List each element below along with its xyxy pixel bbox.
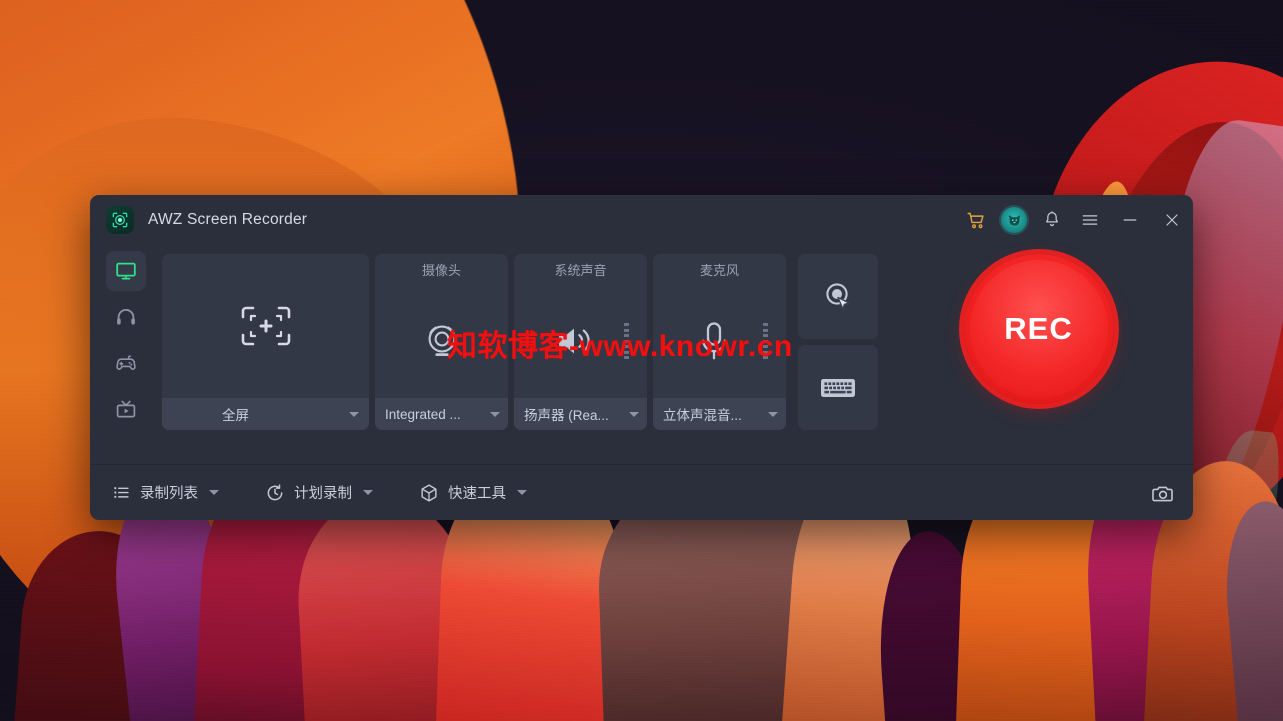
record-area: REC [884,254,1193,404]
sidebar [90,245,162,464]
awz-screen-recorder-window: AWZ Screen Recorder 全屏 摄像头 Integrated ..… [90,195,1193,520]
title-bar: AWZ Screen Recorder [90,195,1193,245]
chevron-down-icon [629,411,639,417]
screen-mode-dropdown[interactable]: 全屏 [162,398,369,430]
chevron-down-icon [209,490,219,495]
headphone-icon [117,309,135,325]
close-icon[interactable] [1151,195,1193,245]
system-sound-level-meter [624,323,629,359]
camera-icon [1152,486,1173,501]
scheduled-recording-button[interactable]: 计划录制 [265,482,373,503]
app-logo-icon [106,206,134,234]
scheduled-recording-label: 计划录制 [294,486,352,502]
screenshot-button[interactable] [1151,481,1175,505]
app-title: AWZ Screen Recorder [148,211,308,228]
microphone-card-title: 麦克风 [699,262,739,278]
screen-mode-value: 全屏 [222,408,249,423]
microphone-device-dropdown[interactable]: 立体声混音... [653,398,786,430]
quick-tools-button[interactable]: 快速工具 [419,482,527,503]
mouse-click-highlight-icon [826,282,850,310]
mouse-click-highlight-button[interactable] [798,254,878,339]
quick-tools-label: 快速工具 [448,486,506,502]
microphone-icon[interactable] [653,284,786,398]
recording-list-label: 录制列表 [140,486,198,502]
speaker-icon[interactable] [514,284,647,398]
extra-tools-column [798,254,878,430]
microphone-card: 麦克风 立体声混音... [653,254,786,430]
gamepad-icon [116,355,136,370]
camera-card: 摄像头 Integrated ... [375,254,508,430]
app-body: 全屏 摄像头 Integrated ... 系统声音 扬声器 (Rea... 麦… [90,245,1193,464]
system-sound-device-value: 扬声器 (Rea... [524,408,609,423]
bell-icon[interactable] [1033,195,1071,245]
keyboard-icon [821,378,855,397]
cube-icon [421,483,437,502]
system-sound-card-title: 系统声音 [554,262,607,278]
record-button-label: REC [1004,311,1073,346]
microphone-level-meter [763,323,768,359]
fullscreen-crop-icon[interactable] [162,254,369,398]
list-icon [114,487,129,498]
cart-icon[interactable] [957,195,995,245]
microphone-device-value: 立体声混音... [663,408,742,423]
system-sound-card: 系统声音 扬声器 (Rea... [514,254,647,430]
webcam-icon[interactable] [375,284,508,398]
record-button[interactable]: REC [963,254,1114,404]
chevron-down-icon [490,411,500,417]
sidebar-item-audio[interactable] [106,297,146,337]
screen-capture-card: 全屏 [162,254,369,430]
camera-device-dropdown[interactable]: Integrated ... [375,398,508,430]
minimize-icon[interactable] [1109,195,1151,245]
avatar-image [1001,207,1027,233]
camera-device-value: Integrated ... [385,406,461,422]
chevron-down-icon [768,411,778,417]
chevron-down-icon [517,490,527,495]
chevron-down-icon [349,411,359,417]
monitor-icon [116,262,136,280]
menu-icon[interactable] [1071,195,1109,245]
capture-sources-panel: 全屏 摄像头 Integrated ... 系统声音 扬声器 (Rea... 麦… [162,245,1193,464]
keyboard-display-button[interactable] [798,345,878,430]
recording-list-button[interactable]: 录制列表 [112,482,219,503]
sidebar-item-game[interactable] [106,343,146,383]
bottom-toolbar: 录制列表 计划录制 快速工具 [90,464,1193,520]
clock-icon [267,483,283,500]
camera-card-title: 摄像头 [421,262,461,278]
avatar[interactable] [995,195,1033,245]
system-sound-device-dropdown[interactable]: 扬声器 (Rea... [514,398,647,430]
tv-icon [116,400,136,418]
desktop-wallpaper: AWZ Screen Recorder 全屏 摄像头 Integrated ..… [0,0,1283,721]
sidebar-item-video[interactable] [106,389,146,429]
chevron-down-icon [363,490,373,495]
sidebar-item-screen[interactable] [106,251,146,291]
